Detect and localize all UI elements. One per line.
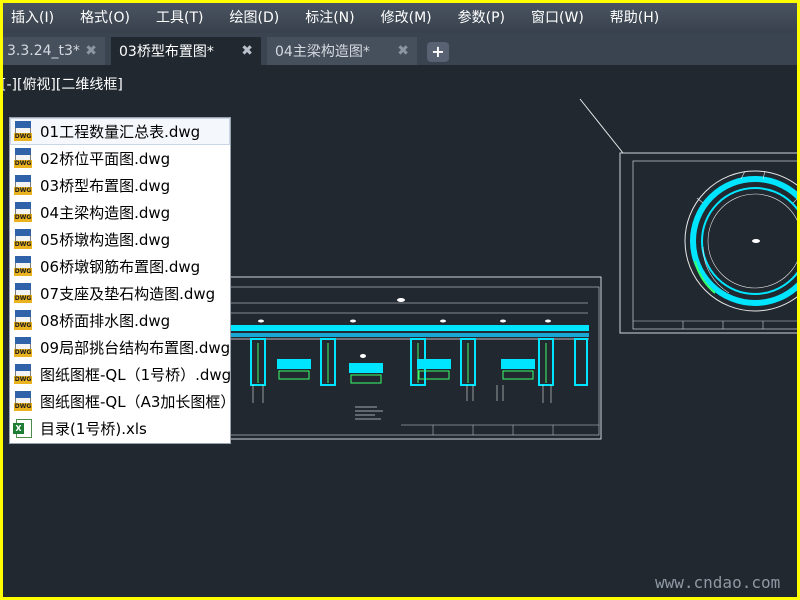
document-tab-bar: 3.3.24_t3* ✖ 03桥型布置图* ✖ 04主梁构造图* ✖ +	[3, 33, 797, 65]
list-item[interactable]: DWG 01工程数量汇总表.dwg	[10, 118, 230, 145]
close-icon[interactable]: ✖	[85, 43, 97, 59]
viewport-controls[interactable]: [-][俯视][二维线框]	[3, 74, 123, 94]
file-name: 目录(1号桥).xls	[40, 420, 147, 438]
list-item[interactable]: DWG 图纸图框-QL（A3加长图框）.dwg	[10, 388, 230, 415]
dwg-file-icon: DWG	[13, 309, 35, 332]
list-item[interactable]: DWG 04主梁构造图.dwg	[10, 199, 230, 226]
dwg-file-icon: DWG	[13, 147, 35, 170]
dwg-file-icon: DWG	[13, 363, 35, 386]
dwg-file-icon: DWG	[13, 201, 35, 224]
watermark: www.cndao.com	[655, 573, 781, 592]
tab-label: 03桥型布置图*	[119, 44, 214, 60]
tab-label: 3.3.24_t3*	[7, 43, 80, 59]
tab-main-beam[interactable]: 04主梁构造图* ✖	[267, 37, 417, 65]
tab-label: 04主梁构造图*	[275, 44, 370, 60]
list-item[interactable]: DWG 06桥墩钢筋布置图.dwg	[10, 253, 230, 280]
dwg-file-icon: DWG	[13, 390, 35, 413]
list-item[interactable]: DWG 09局部挑台结构布置图.dwg	[10, 334, 230, 361]
tab-bridge-layout[interactable]: 03桥型布置图* ✖	[111, 37, 261, 65]
close-icon[interactable]: ✖	[397, 43, 409, 59]
file-name: 05桥墩构造图.dwg	[40, 231, 171, 249]
menu-format[interactable]: 格式(O)	[67, 3, 143, 33]
list-item[interactable]: DWG 05桥墩构造图.dwg	[10, 226, 230, 253]
close-icon[interactable]: ✖	[241, 43, 253, 59]
menu-window[interactable]: 窗口(W)	[518, 3, 597, 33]
menu-draw[interactable]: 绘图(D)	[217, 3, 293, 33]
tab-drawing-3-3-24[interactable]: 3.3.24_t3* ✖	[3, 37, 105, 65]
xls-file-icon: X	[13, 418, 35, 440]
file-name: 09局部挑台结构布置图.dwg	[40, 339, 230, 357]
list-item[interactable]: DWG 图纸图框-QL（1号桥）.dwg	[10, 361, 230, 388]
list-item[interactable]: DWG 03桥型布置图.dwg	[10, 172, 230, 199]
file-name: 03桥型布置图.dwg	[40, 177, 171, 195]
list-item[interactable]: DWG 02桥位平面图.dwg	[10, 145, 230, 172]
list-item[interactable]: X 目录(1号桥).xls	[10, 415, 230, 442]
dwg-file-icon: DWG	[13, 120, 35, 143]
file-name: 图纸图框-QL（A3加长图框）.dwg	[40, 393, 230, 411]
dwg-file-icon: DWG	[13, 282, 35, 305]
menu-bar: 插入(I) 格式(O) 工具(T) 绘图(D) 标注(N) 修改(M) 参数(P…	[3, 3, 797, 33]
file-name: 02桥位平面图.dwg	[40, 150, 171, 168]
file-name: 08桥面排水图.dwg	[40, 312, 171, 330]
file-name: 06桥墩钢筋布置图.dwg	[40, 258, 201, 276]
file-name: 01工程数量汇总表.dwg	[40, 123, 201, 141]
menu-tools[interactable]: 工具(T)	[143, 3, 216, 33]
menu-modify[interactable]: 修改(M)	[368, 3, 445, 33]
menu-help[interactable]: 帮助(H)	[597, 3, 672, 33]
dwg-file-icon: DWG	[13, 336, 35, 359]
file-name: 04主梁构造图.dwg	[40, 204, 171, 222]
dwg-file-icon: DWG	[13, 228, 35, 251]
list-item[interactable]: DWG 08桥面排水图.dwg	[10, 307, 230, 334]
dwg-file-icon: DWG	[13, 174, 35, 197]
list-item[interactable]: DWG 07支座及垫石构造图.dwg	[10, 280, 230, 307]
file-name: 07支座及垫石构造图.dwg	[40, 285, 216, 303]
add-tab-button[interactable]: +	[427, 42, 449, 62]
file-name: 图纸图框-QL（1号桥）.dwg	[40, 366, 230, 384]
dwg-file-icon: DWG	[13, 255, 35, 278]
file-list-panel: DWG 01工程数量汇总表.dwg DWG 02桥位平面图.dwg DWG 03…	[9, 117, 231, 444]
menu-insert[interactable]: 插入(I)	[3, 3, 67, 33]
menu-parameters[interactable]: 参数(P)	[445, 3, 518, 33]
cad-window: 插入(I) 格式(O) 工具(T) 绘图(D) 标注(N) 修改(M) 参数(P…	[3, 3, 797, 597]
menu-dimension[interactable]: 标注(N)	[292, 3, 367, 33]
